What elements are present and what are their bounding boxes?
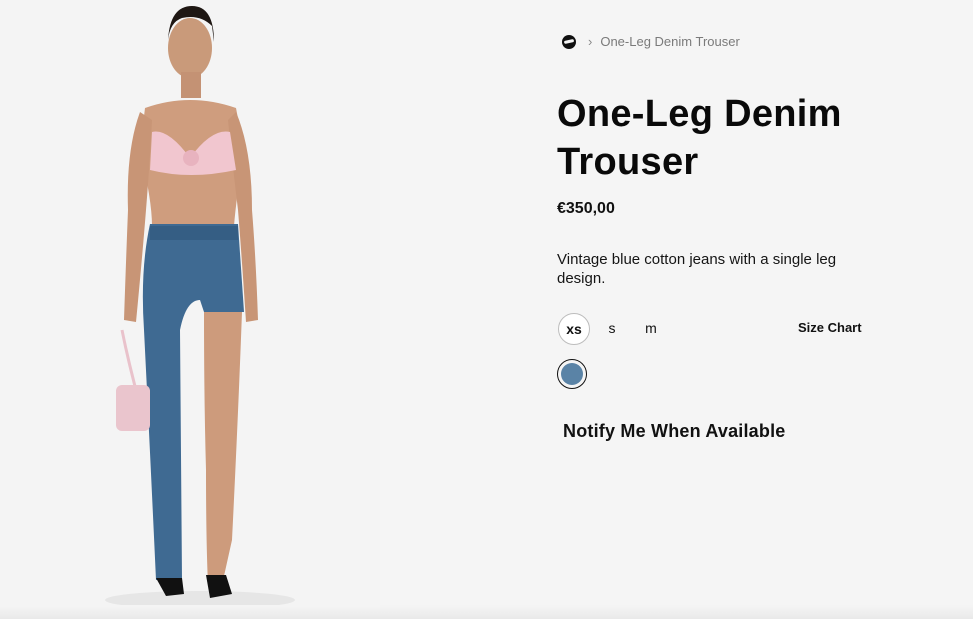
bottom-divider [0,605,973,619]
size-option-xs[interactable]: xs [558,313,590,345]
breadcrumb: › One-Leg Denim Trouser [562,34,740,49]
color-swatch [561,363,583,385]
title-line-2: Trouser [557,141,699,183]
product-description: Vintage blue cotton jeans with a single … [557,251,837,287]
color-swatch-selected[interactable] [557,359,587,389]
size-chart-link[interactable]: Size Chart [798,320,862,335]
breadcrumb-current: One-Leg Denim Trouser [600,34,740,49]
brand-logo-icon[interactable] [562,34,576,49]
page-title: One-Leg Denim Trouser [557,90,917,186]
size-selector: xs s m Size Chart [557,313,867,345]
notify-me-button[interactable]: Notify Me When Available [563,421,786,442]
product-photo [0,0,380,619]
size-option-s[interactable]: s [597,313,627,343]
model-illustration [105,6,295,609]
product-details: › One-Leg Denim Trouser One-Leg Denim Tr… [557,0,937,619]
product-price: €350,00 [557,200,615,217]
breadcrumb-separator: › [588,34,593,49]
title-line-1: One-Leg Denim [557,93,842,135]
size-option-m[interactable]: m [636,313,666,343]
